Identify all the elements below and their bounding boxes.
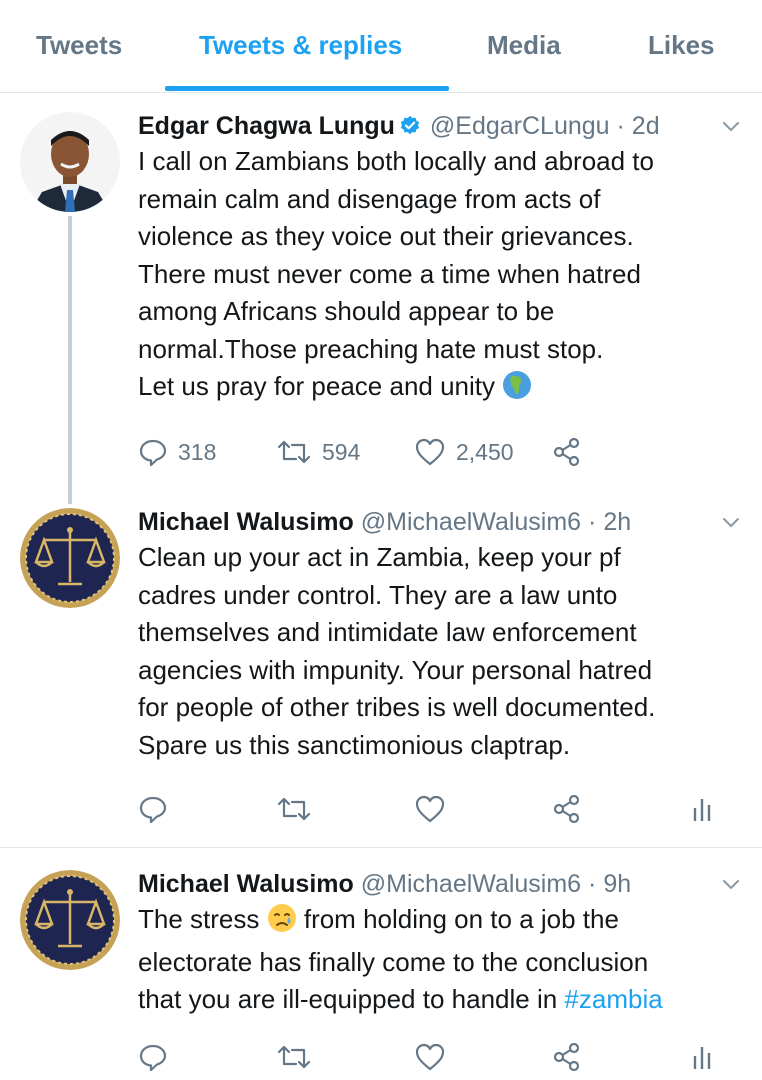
tweet-line: from holding on to a job the: [303, 904, 619, 934]
retweet-button[interactable]: [276, 1042, 312, 1072]
tweet-line: that you are ill-equipped to handle in: [138, 984, 558, 1014]
reply-count: 318: [178, 438, 217, 465]
heart-icon: [415, 795, 445, 823]
reply-button[interactable]: [138, 1042, 168, 1072]
tweet-line: There must never come a time when hatred: [138, 258, 641, 289]
tweet-text: The stress from holding on to a job the …: [138, 901, 738, 1019]
author-name[interactable]: Michael Walusimo: [138, 870, 354, 898]
avatar[interactable]: [20, 508, 120, 608]
like-count: 2,450: [456, 438, 514, 465]
tweet-header: Michael Walusimo @MichaelWalusim6 · 9h: [138, 870, 631, 899]
author-handle[interactable]: @MichaelWalusim6: [361, 870, 581, 898]
like-button[interactable]: [414, 1042, 446, 1072]
tweet-actions: 318 594 2,450: [138, 437, 738, 473]
hashtag-link[interactable]: #zambia: [564, 984, 662, 1014]
retweet-icon: [277, 1045, 311, 1069]
analytics-button[interactable]: [690, 794, 714, 824]
tweet-line: violence as they voice out their grievan…: [138, 221, 634, 251]
tweet-actions: [138, 1042, 738, 1078]
reply-icon: [139, 1044, 167, 1072]
author-name[interactable]: Michael Walusimo: [138, 508, 354, 536]
avatar[interactable]: [20, 112, 120, 212]
heart-icon: [415, 1043, 445, 1071]
tweet-line: normal.Those preaching hate must stop.: [138, 333, 604, 364]
reply-icon: [139, 439, 167, 467]
share-icon: [553, 437, 580, 467]
tab-tweets-replies[interactable]: Tweets & replies: [199, 30, 402, 61]
tweet-line: The stress: [138, 904, 260, 934]
profile-tabs: Tweets Tweets & replies Media Likes: [0, 0, 762, 93]
like-button[interactable]: 2,450: [414, 437, 514, 467]
sad-relieved-face-emoji: [267, 903, 297, 944]
tweet-header: Michael Walusimo @MichaelWalusim6 · 2h: [138, 508, 631, 537]
analytics-icon: [693, 799, 711, 821]
globe-africa-emoji: [502, 370, 532, 411]
tweet-time[interactable]: · 9h: [588, 870, 631, 898]
share-button[interactable]: [552, 794, 582, 824]
tweet-line: remain calm and disengage from acts of: [138, 183, 601, 214]
tweet-time[interactable]: · 2h: [588, 508, 631, 536]
author-handle[interactable]: @MichaelWalusim6: [361, 508, 581, 536]
retweet-button[interactable]: 594: [276, 437, 360, 467]
tweet-line: agencies with impunity. Your personal ha…: [138, 654, 653, 685]
thread-line: [68, 216, 72, 504]
reply-icon: [139, 796, 167, 824]
divider: [0, 847, 762, 848]
active-tab-indicator: [165, 86, 449, 91]
tweet-line: themselves and intimidate law enforcemen…: [138, 617, 637, 647]
chevron-down-icon[interactable]: [722, 516, 740, 534]
verified-badge-icon: [399, 115, 421, 144]
tweet-actions: [138, 794, 738, 830]
heart-icon: [415, 438, 445, 466]
tweet-line: electorate has finally come to the concl…: [138, 946, 649, 977]
retweet-button[interactable]: [276, 794, 312, 824]
like-button[interactable]: [414, 794, 446, 824]
retweet-icon: [277, 440, 311, 464]
author-handle[interactable]: @EdgarCLungu: [430, 112, 610, 140]
retweet-icon: [277, 797, 311, 821]
share-button[interactable]: [552, 437, 582, 467]
tweet-line: cadres under control. They are a law unt…: [138, 579, 618, 610]
tweet-line: Let us pray for peace and unity: [138, 371, 496, 401]
tweet-line: for people of other tribes is well docum…: [138, 692, 656, 722]
tweet-line: among Africans should appear to be: [138, 296, 555, 326]
tab-likes[interactable]: Likes: [648, 30, 715, 61]
share-icon: [553, 794, 580, 824]
tab-tweets[interactable]: Tweets: [36, 30, 122, 61]
analytics-icon: [693, 1047, 711, 1069]
analytics-button[interactable]: [690, 1042, 714, 1072]
reply-button[interactable]: 318: [138, 437, 216, 467]
avatar[interactable]: [20, 870, 120, 970]
tweet-line: Spare us this sanctimonious claptrap.: [138, 729, 571, 760]
tweet-text: I call on Zambians both locally and abro…: [138, 143, 738, 411]
reply-button[interactable]: [138, 794, 168, 824]
chevron-down-icon[interactable]: [722, 120, 740, 138]
tweet-time[interactable]: · 2d: [617, 112, 660, 140]
share-button[interactable]: [552, 1042, 582, 1072]
chevron-down-icon[interactable]: [722, 878, 740, 896]
author-name[interactable]: Edgar Chagwa Lungu: [138, 112, 395, 140]
tweet-text: Clean up your act in Zambia, keep your p…: [138, 539, 738, 764]
retweet-count: 594: [322, 438, 361, 465]
tab-media[interactable]: Media: [487, 30, 561, 61]
share-icon: [553, 1042, 580, 1072]
tweet-header: Edgar Chagwa Lungu @EdgarCLungu · 2d: [138, 112, 660, 144]
tweet-line: I call on Zambians both locally and abro…: [138, 146, 654, 176]
tweet-line: Clean up your act in Zambia, keep your p…: [138, 542, 621, 572]
